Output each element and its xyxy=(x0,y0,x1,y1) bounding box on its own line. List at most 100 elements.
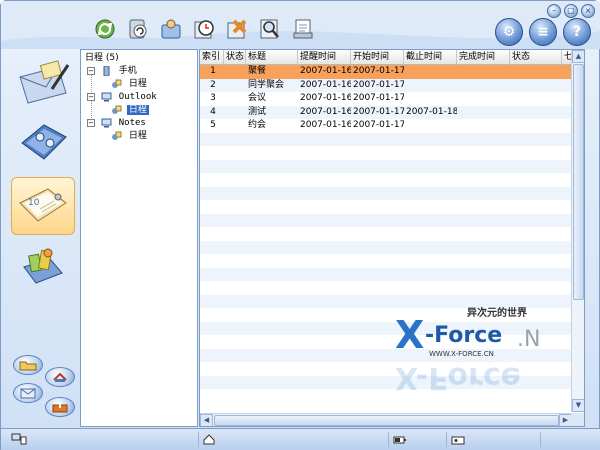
tree-item-outlook-schedule[interactable]: 日程 xyxy=(111,104,149,117)
folder-open-button[interactable] xyxy=(13,355,43,375)
sync-icon xyxy=(95,19,115,39)
top-toolbar-area: – ▢ × ⚙ ≡ ? xyxy=(1,1,600,49)
schedule-icon xyxy=(112,131,122,140)
cell-due xyxy=(404,79,457,93)
settings-button[interactable]: ⚙ xyxy=(495,18,523,46)
column-header-title[interactable]: 标题 xyxy=(246,50,298,65)
help-button[interactable]: ? xyxy=(563,18,591,46)
scroll-left-arrow[interactable]: ◀ xyxy=(200,414,213,426)
delete-icon xyxy=(227,19,247,39)
document-button[interactable] xyxy=(290,16,316,42)
column-header-reminder[interactable]: 提醒时间 xyxy=(298,50,351,65)
refresh-button[interactable] xyxy=(125,16,151,42)
empty-row xyxy=(200,173,572,187)
tasks-icon xyxy=(23,248,63,284)
table-row[interactable]: 3 会议 2007-01-16 2007-01-17 xyxy=(200,92,572,106)
close-button[interactable]: × xyxy=(581,4,595,18)
tree-root[interactable]: 日程 (5) xyxy=(83,52,121,65)
phone-icon xyxy=(103,65,110,76)
tree-item-label: 手机 xyxy=(118,66,137,76)
cell-due: 2007-01-18 xyxy=(406,106,457,117)
column-header-start[interactable]: 开始时间 xyxy=(351,50,404,65)
cell-start: 2007-01-17 xyxy=(353,120,404,130)
horizontal-scrollbar[interactable]: ◀ ▶ xyxy=(200,413,572,426)
home-icon xyxy=(203,434,215,445)
nav-messages-button[interactable] xyxy=(11,55,75,113)
svg-text:WWW.X-FORCE.CN: WWW.X-FORCE.CN xyxy=(429,350,494,358)
tree-item-notes[interactable]: − Notes xyxy=(87,117,148,130)
status-bar xyxy=(1,428,600,450)
toolbar xyxy=(92,16,316,42)
table-row[interactable]: 4 测试 2007-01-16 2007-01-17 2007-01-18 xyxy=(200,105,572,119)
cell-complete xyxy=(457,79,510,93)
collapse-icon[interactable]: − xyxy=(87,66,95,75)
mail-button[interactable] xyxy=(13,383,43,403)
tree-item-label: Outlook xyxy=(118,92,157,102)
cell-index: 5 xyxy=(210,120,216,130)
folder-icon xyxy=(19,361,37,371)
sync-button[interactable] xyxy=(92,16,118,42)
empty-row xyxy=(200,240,572,254)
tree-item-outlook[interactable]: − Outlook xyxy=(87,91,159,104)
computer-icon xyxy=(101,118,112,127)
scroll-thumb[interactable] xyxy=(214,415,559,426)
column-header-due[interactable]: 截止时间 xyxy=(404,50,457,65)
export-button[interactable] xyxy=(45,367,75,387)
nav-contacts-button[interactable] xyxy=(11,113,75,171)
empty-row xyxy=(200,227,572,241)
cell-reminder: 2007-01-16 xyxy=(300,120,351,130)
restore-button[interactable]: ▢ xyxy=(564,4,578,18)
svg-text:异次元的世界: 异次元的世界 xyxy=(467,306,527,319)
nav-tasks-button[interactable] xyxy=(11,239,75,297)
table-row[interactable]: 2 同学聚会 2007-01-16 2007-01-17 xyxy=(200,78,572,93)
delete-button[interactable] xyxy=(224,16,250,42)
reminder-button[interactable] xyxy=(191,16,217,42)
cell-index: 1 xyxy=(210,66,216,76)
column-header-index[interactable]: 索引 xyxy=(200,50,224,65)
connection-icon xyxy=(11,433,27,448)
cell-status xyxy=(224,119,246,133)
minimize-button[interactable]: – xyxy=(547,4,561,18)
find-button[interactable] xyxy=(257,16,283,42)
scroll-down-arrow[interactable]: ▼ xyxy=(572,399,584,412)
empty-row xyxy=(200,254,572,268)
mail-icon xyxy=(20,388,36,399)
svg-text:X-Force: X-Force xyxy=(395,360,521,395)
contact-icon xyxy=(161,19,181,39)
cell-title: 会议 xyxy=(248,93,267,103)
table-row[interactable]: 5 约会 2007-01-16 2007-01-17 xyxy=(200,119,572,133)
tree-item-phone-schedule[interactable]: 日程 xyxy=(111,78,149,91)
vertical-scrollbar[interactable]: ▲ ▼ xyxy=(571,50,584,412)
list-button[interactable]: ≡ xyxy=(529,18,557,46)
cell-complete xyxy=(457,65,510,79)
cell-status xyxy=(224,92,246,106)
tree-item-notes-schedule[interactable]: 日程 xyxy=(111,130,149,143)
cell-title: 测试 xyxy=(248,106,267,117)
table-row[interactable]: 1 聚餐 2007-01-16 2007-01-17 xyxy=(200,65,572,79)
cell-reminder: 2007-01-16 xyxy=(300,66,351,76)
tree-item-label: 日程 xyxy=(126,105,149,115)
import-icon xyxy=(52,402,68,413)
nav-calendar-button[interactable]: 10 xyxy=(11,177,75,235)
collapse-icon[interactable]: − xyxy=(87,92,95,101)
column-header-complete[interactable]: 完成时间 xyxy=(457,50,510,65)
refresh-icon xyxy=(129,19,147,39)
scroll-up-arrow[interactable]: ▲ xyxy=(572,50,584,63)
table-header: 索引 状态 标题 提醒时间 开始时间 截止时间 完成时间 状态 七 xyxy=(200,50,572,65)
column-header-status[interactable]: 状态 xyxy=(224,50,246,65)
cell-due xyxy=(404,92,457,106)
column-header-state[interactable]: 状态 xyxy=(510,50,562,65)
help-icon: ? xyxy=(572,24,582,40)
cell-start: 2007-01-17 xyxy=(353,79,404,90)
tree-item-phone[interactable]: − 手机 xyxy=(87,65,139,78)
import-button[interactable] xyxy=(45,397,75,417)
export-icon xyxy=(53,372,67,382)
cell-index: 2 xyxy=(210,79,216,90)
scroll-thumb[interactable] xyxy=(573,64,584,300)
tree-root-label: 日程 (5) xyxy=(85,53,119,63)
cell-title: 约会 xyxy=(248,120,267,130)
cell-complete xyxy=(457,92,510,106)
svg-text:.N: .N xyxy=(517,327,540,352)
collapse-icon[interactable]: − xyxy=(87,118,95,127)
contact-button[interactable] xyxy=(158,16,184,42)
